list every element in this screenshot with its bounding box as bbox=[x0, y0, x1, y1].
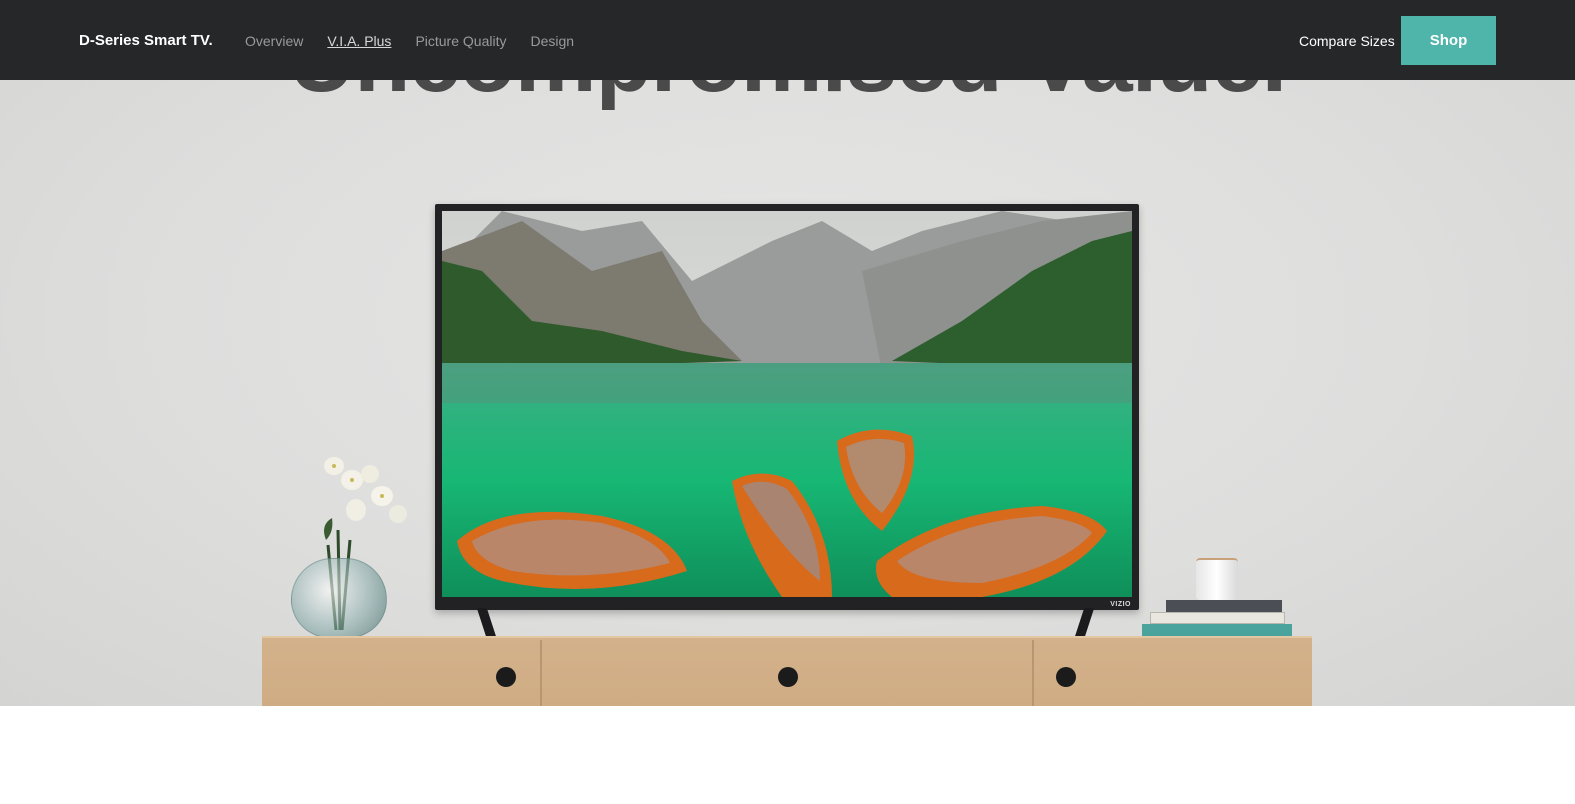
tv-brand-logo: VIZIO bbox=[1110, 601, 1131, 608]
brand-title[interactable]: D-Series Smart TV. bbox=[79, 32, 213, 50]
nav-link-via-plus[interactable]: V.I.A. Plus bbox=[327, 33, 391, 49]
cabinet-knob bbox=[496, 667, 516, 687]
cabinet-divider bbox=[1032, 640, 1034, 706]
marble-candle bbox=[1196, 558, 1238, 600]
hero-section: Uncompromised Value. bbox=[0, 0, 1575, 706]
cabinet-knob bbox=[1056, 667, 1076, 687]
book bbox=[1150, 612, 1285, 624]
cabinet-knob bbox=[778, 667, 798, 687]
cabinet-divider bbox=[540, 640, 542, 706]
content-area bbox=[0, 706, 1575, 804]
nav-link-overview[interactable]: Overview bbox=[245, 33, 303, 49]
tv-screen-image bbox=[442, 211, 1132, 597]
shop-button[interactable]: Shop bbox=[1401, 16, 1496, 65]
flowers-image bbox=[324, 457, 407, 523]
nav-link-design[interactable]: Design bbox=[530, 33, 574, 49]
glass-vase bbox=[291, 558, 387, 638]
product-scene: VIZIO bbox=[0, 0, 1575, 706]
nav-link-picture-quality[interactable]: Picture Quality bbox=[415, 33, 506, 49]
compare-sizes-link[interactable]: Compare Sizes bbox=[1299, 33, 1395, 49]
tv-frame: VIZIO bbox=[435, 204, 1139, 610]
section-nav: Overview V.I.A. Plus Picture Quality Des… bbox=[245, 33, 574, 49]
top-nav-bar: D-Series Smart TV. Overview V.I.A. Plus … bbox=[0, 0, 1575, 80]
book bbox=[1166, 600, 1282, 612]
